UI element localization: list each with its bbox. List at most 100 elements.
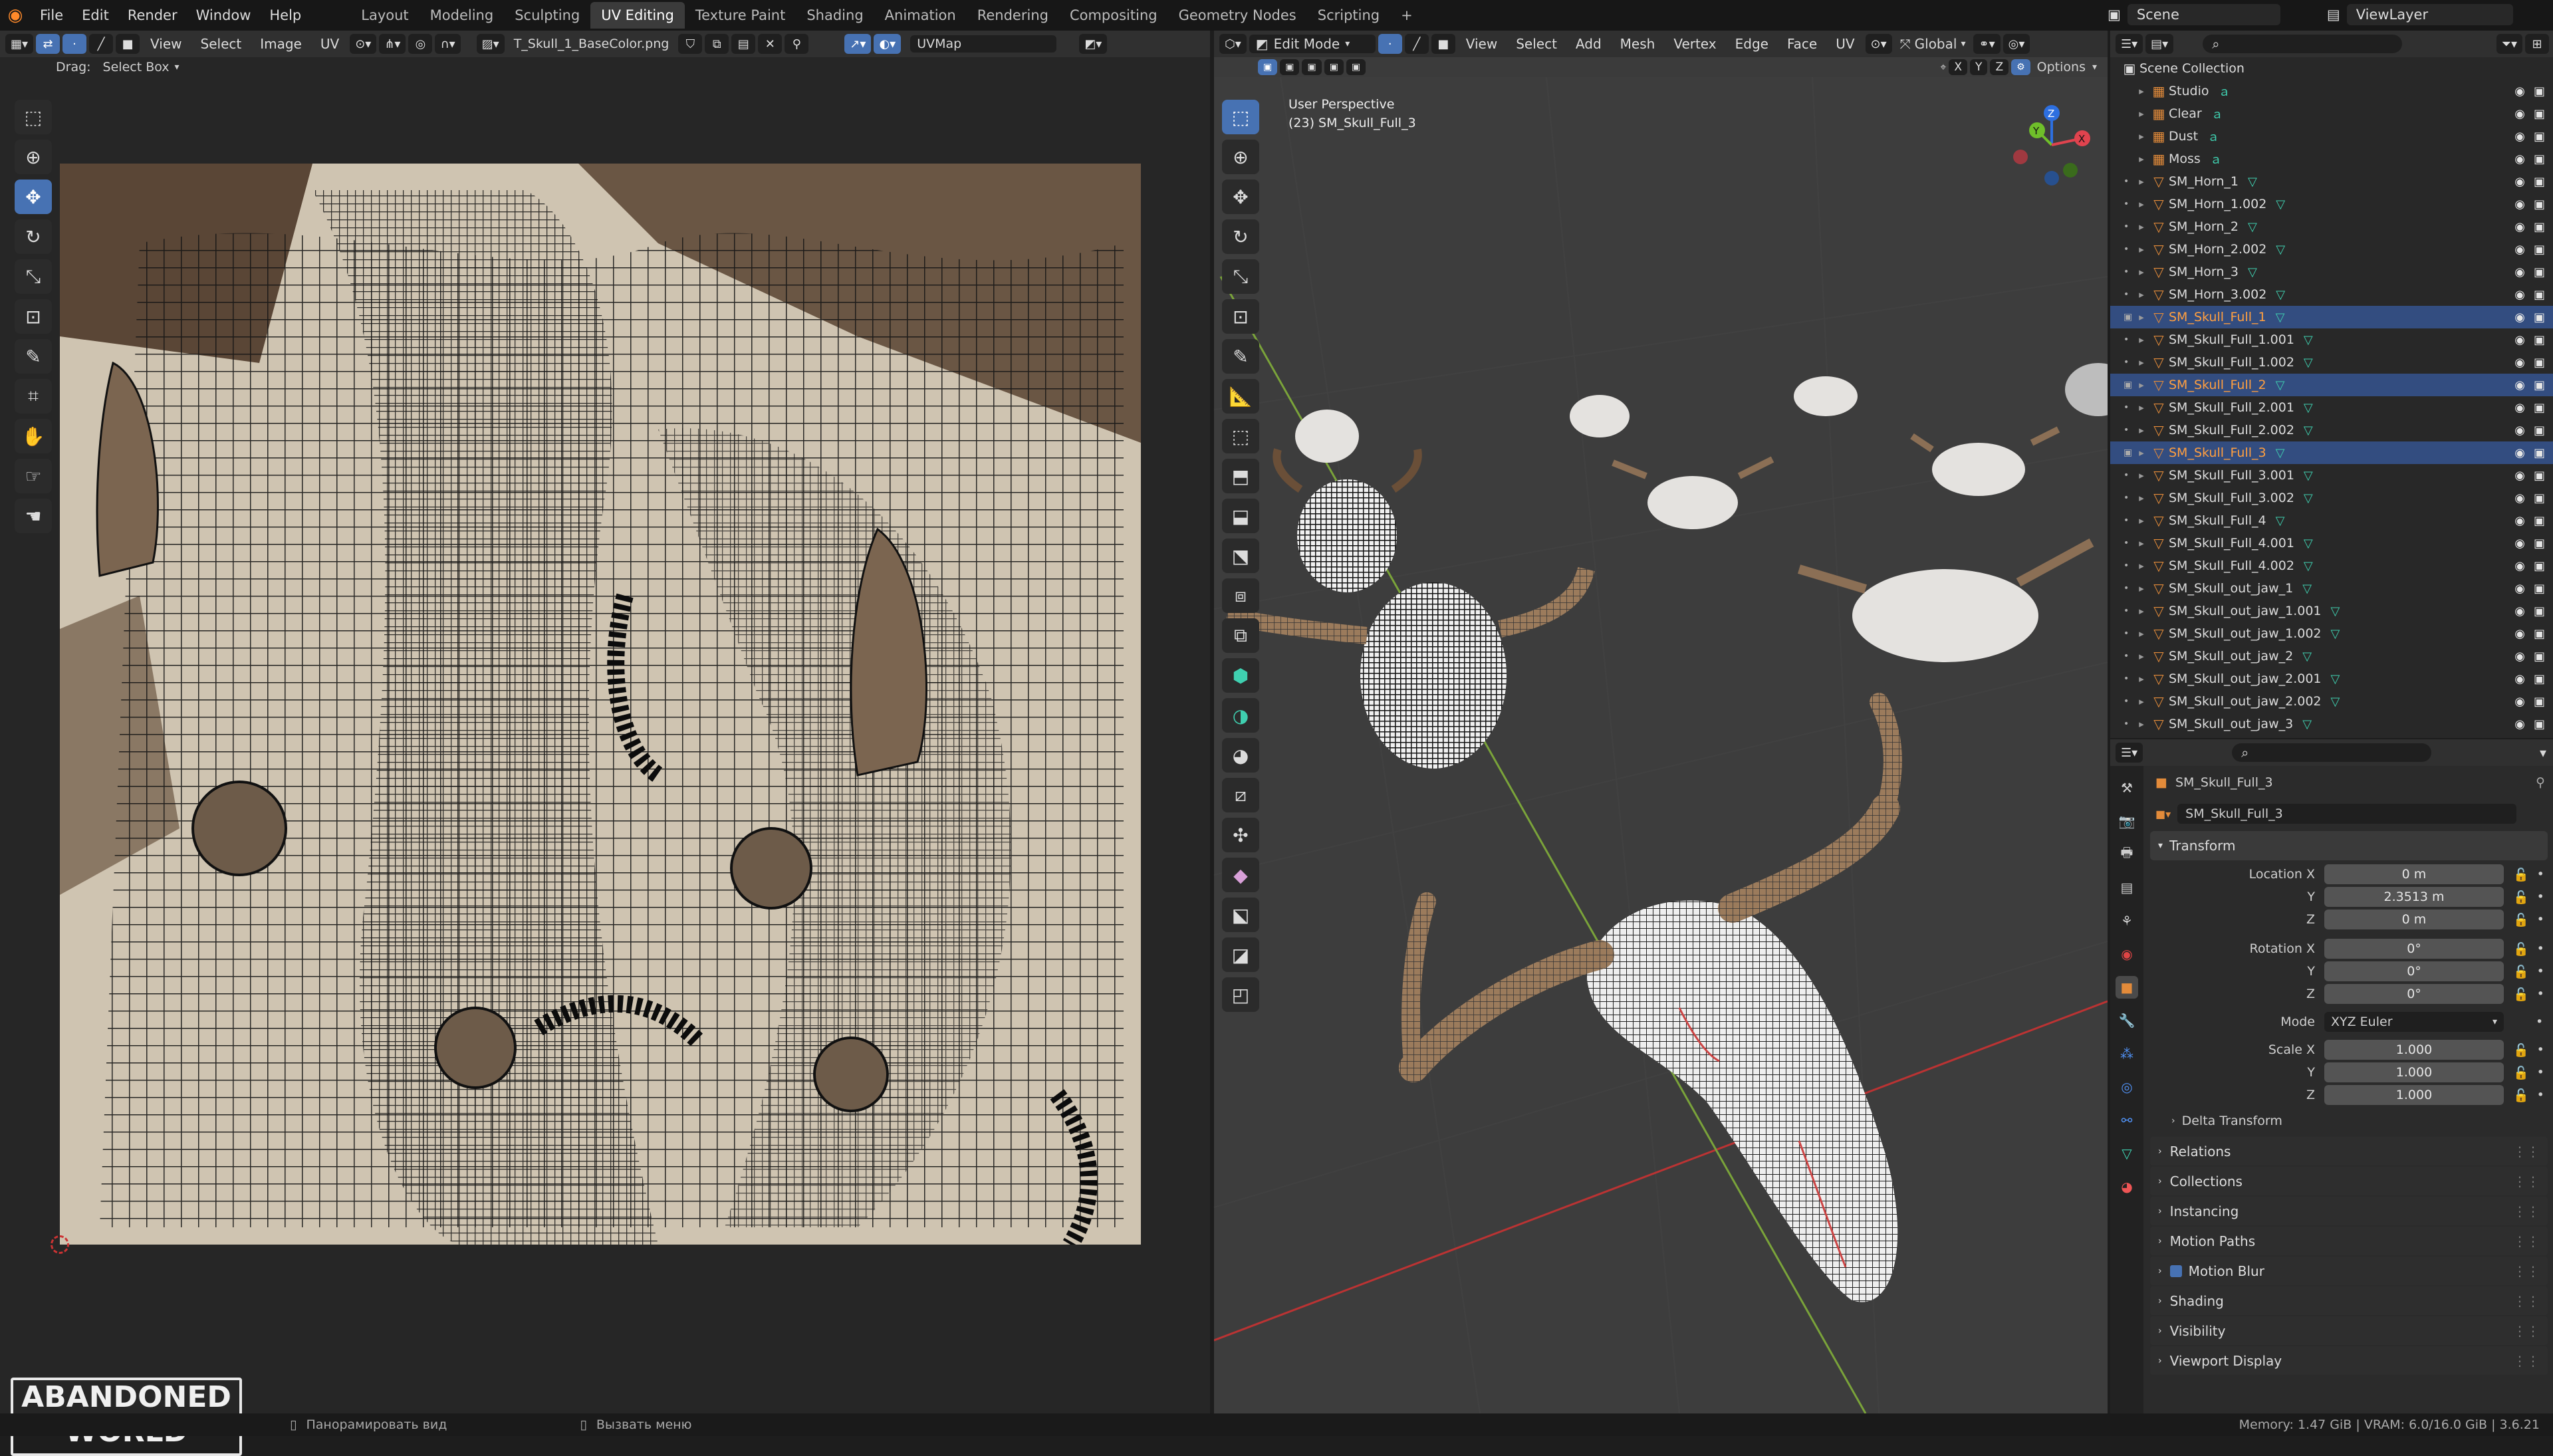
eye-icon[interactable]: ◉	[2514, 514, 2525, 528]
outliner-row[interactable]: • ▸ ▽ SM_Skull_out_jaw_2 ▽ ◉ ▣	[2110, 645, 2553, 667]
vp-measure-tool-icon[interactable]: 📐	[1222, 379, 1259, 414]
tab-shading[interactable]: Shading	[796, 2, 874, 29]
tab-texture-paint[interactable]: Texture Paint	[685, 2, 796, 29]
vertex-mode-icon[interactable]: ·	[1378, 34, 1402, 54]
camera-icon[interactable]: ▣	[2534, 446, 2545, 460]
uvmap-field[interactable]: UVMap	[910, 35, 1057, 53]
vp-menu-vertex[interactable]: Vertex	[1665, 36, 1724, 52]
outliner-row[interactable]: • ▸ ▽ SM_Skull_Full_1.002 ▽ ◉ ▣	[2110, 351, 2553, 374]
loop-cut-tool-icon[interactable]: ⧈	[1222, 578, 1259, 613]
output-tab-icon[interactable]: 🖶	[2116, 843, 2138, 866]
new-collection-icon[interactable]: ⊞	[2525, 34, 2549, 54]
outliner-row[interactable]: ▸ ▦ Dust ａ ◉ ▣	[2110, 125, 2553, 148]
vp-transform-tool-icon[interactable]: ⊡	[1222, 299, 1259, 334]
eye-icon[interactable]: ◉	[2514, 627, 2525, 641]
scale-x-field[interactable]: 1.000	[2324, 1040, 2504, 1060]
outliner-row[interactable]: • ▸ ▽ SM_Skull_out_jaw_1.001 ▽ ◉ ▣	[2110, 600, 2553, 622]
data-tab-icon[interactable]: ▽	[2116, 1142, 2138, 1165]
eye-icon[interactable]: ◉	[2514, 310, 2525, 324]
camera-icon[interactable]: ▣	[2534, 130, 2545, 144]
add-cube-tool-icon[interactable]: ⬚	[1222, 419, 1259, 453]
lock-icon[interactable]: 🔓	[2513, 1088, 2529, 1103]
tab-uv-editing[interactable]: UV Editing	[590, 2, 685, 29]
bullet-icon[interactable]: •	[2124, 560, 2134, 571]
eye-icon[interactable]: ◉	[2514, 401, 2525, 415]
outliner-row[interactable]: • ▸ ▽ SM_Horn_2 ▽ ◉ ▣	[2110, 215, 2553, 238]
camera-icon[interactable]: ▣	[2534, 197, 2545, 211]
unlink-image-icon[interactable]: ✕	[758, 34, 783, 54]
falloff-icon[interactable]: ∩▾	[435, 34, 461, 54]
expand-arrow-icon[interactable]: ▸	[2134, 334, 2149, 346]
camera-icon[interactable]: ▣	[2534, 424, 2545, 437]
expand-arrow-icon[interactable]: ▸	[2134, 243, 2149, 255]
snap-toggle-icon[interactable]: ⚭▾	[1973, 34, 2001, 54]
camera-icon[interactable]: ▣	[2534, 356, 2545, 370]
view-layer-tab-icon[interactable]: ▤	[2116, 876, 2138, 899]
eye-icon[interactable]: ◉	[2514, 130, 2525, 144]
vp-menu-uv[interactable]: UV	[1828, 36, 1862, 52]
scene-tab-icon[interactable]: ⚘	[2116, 910, 2138, 932]
vertex-select-icon[interactable]: ·	[62, 34, 87, 54]
to-sphere-tool-icon[interactable]: ◰	[1222, 977, 1259, 1012]
constraints-tab-icon[interactable]: ⚯	[2116, 1109, 2138, 1132]
drag-handle-icon[interactable]: ⋮⋮	[2513, 1353, 2540, 1369]
rotation-z-field[interactable]: 0°	[2324, 984, 2504, 1004]
uv-image-canvas[interactable]	[60, 164, 1141, 1245]
keyframe-dot-icon[interactable]: •	[2537, 1088, 2544, 1102]
menu-edit[interactable]: Edit	[72, 0, 118, 31]
motion-blur-checkbox[interactable]	[2169, 1265, 2182, 1277]
vp-menu-add[interactable]: Add	[1568, 36, 1610, 52]
outliner-row[interactable]: ▣ ▸ ▽ SM_Skull_Full_3 ▽ ◉ ▣	[2110, 441, 2553, 464]
uv-menu-image[interactable]: Image	[252, 36, 310, 52]
eye-icon[interactable]: ◉	[2514, 333, 2525, 347]
object-name-field[interactable]: SM_Skull_Full_3	[2177, 804, 2517, 824]
camera-icon[interactable]: ▣	[2534, 152, 2545, 166]
outliner-row[interactable]: • ▸ ▽ SM_Horn_3 ▽ ◉ ▣	[2110, 261, 2553, 283]
proportional-icon[interactable]: ◎	[408, 34, 433, 54]
scene-field[interactable]: Scene	[2127, 4, 2280, 25]
section-relations[interactable]: › Relations ⋮⋮	[2150, 1137, 2548, 1165]
viewport-canvas[interactable]	[1214, 77, 2108, 1413]
expand-arrow-icon[interactable]: ▸	[2134, 695, 2149, 707]
select-new-icon[interactable]: ▣	[1258, 59, 1278, 75]
eye-icon[interactable]: ◉	[2514, 107, 2525, 121]
camera-icon[interactable]: ▣	[2534, 107, 2545, 121]
keyframe-dot-icon[interactable]: •	[2537, 1065, 2544, 1080]
bullet-icon[interactable]: •	[2124, 425, 2134, 435]
section-motion-blur[interactable]: › Motion Blur ⋮⋮	[2150, 1257, 2548, 1285]
select-extend-icon[interactable]: ▣	[1280, 59, 1300, 75]
keyframe-dot-icon[interactable]: •	[2537, 890, 2544, 904]
bullet-icon[interactable]: •	[2124, 515, 2134, 526]
expand-arrow-icon[interactable]: ▸	[2134, 447, 2149, 459]
camera-icon[interactable]: ▣	[2534, 265, 2545, 279]
camera-icon[interactable]: ▣	[2534, 243, 2545, 257]
navigation-gizmo[interactable]: Z Y X	[2010, 104, 2093, 186]
poly-build-tool-icon[interactable]: ⬢	[1222, 658, 1259, 693]
knife-tool-icon[interactable]: ⧉	[1222, 618, 1259, 653]
eye-icon[interactable]: ◉	[2514, 559, 2525, 573]
section-shading[interactable]: › Shading ⋮⋮	[2150, 1286, 2548, 1315]
location-z-field[interactable]: 0 m	[2324, 910, 2504, 929]
expand-arrow-icon[interactable]: ▸	[2134, 266, 2149, 278]
tab-scripting[interactable]: Scripting	[1307, 2, 1390, 29]
drag-handle-icon[interactable]: ⋮⋮	[2513, 1293, 2540, 1309]
lock-icon[interactable]: 🔓	[2513, 1042, 2529, 1058]
menu-window[interactable]: Window	[187, 0, 261, 31]
outliner-row[interactable]: ▣ ▸ ▽ SM_Skull_Full_1 ▽ ◉ ▣	[2110, 306, 2553, 328]
outliner-row[interactable]: • ▸ ▽ SM_Horn_2.002 ▽ ◉ ▣	[2110, 238, 2553, 261]
mode-dropdown[interactable]: ◩ Edit Mode ▾	[1249, 35, 1376, 53]
keyframe-dot-icon[interactable]: •	[2537, 964, 2544, 979]
edit-mode-toggle-icon[interactable]: ▣	[2124, 312, 2134, 322]
tab-layout[interactable]: Layout	[350, 2, 419, 29]
outliner-row[interactable]: ▣ ▸ ▽ SM_Skull_Full_2 ▽ ◉ ▣	[2110, 374, 2553, 396]
relax-tool-icon[interactable]: ☞	[15, 459, 52, 493]
lock-icon[interactable]: 🔓	[2513, 1065, 2529, 1080]
vp-select-tool-icon[interactable]: ⬚	[1222, 100, 1259, 134]
transform-panel-header[interactable]: ▾ Transform	[2150, 831, 2548, 860]
uv-2d-cursor-icon[interactable]	[51, 1235, 69, 1254]
menu-help[interactable]: Help	[260, 0, 310, 31]
bullet-icon[interactable]: •	[2124, 583, 2134, 594]
bullet-icon[interactable]: •	[2124, 357, 2134, 368]
outliner-row[interactable]: • ▸ ▽ SM_Horn_3.002 ▽ ◉ ▣	[2110, 283, 2553, 306]
rip-region-tool-icon[interactable]: ⬕	[1222, 898, 1259, 932]
